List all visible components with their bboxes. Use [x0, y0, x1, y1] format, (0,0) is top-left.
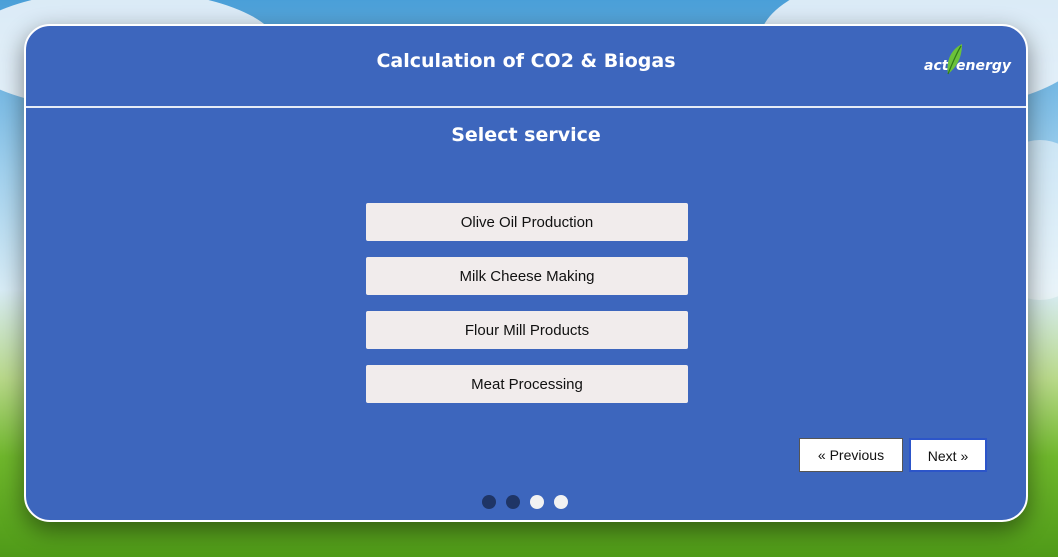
step-dot[interactable]	[554, 495, 568, 509]
page-title: Calculation of CO2 & Biogas	[376, 50, 676, 72]
step-dot[interactable]	[506, 495, 520, 509]
service-options: Olive Oil Production Milk Cheese Making …	[366, 203, 688, 419]
section-title: Select service	[451, 124, 601, 146]
act-energy-logo[interactable]: act energy	[924, 44, 1016, 84]
previous-button[interactable]: « Previous	[799, 438, 903, 472]
service-option-meat-processing[interactable]: Meat Processing	[366, 365, 688, 403]
step-dot[interactable]	[482, 495, 496, 509]
next-button[interactable]: Next »	[909, 438, 987, 472]
service-option-olive-oil[interactable]: Olive Oil Production	[366, 203, 688, 241]
service-option-flour-mill[interactable]: Flour Mill Products	[366, 311, 688, 349]
calculator-panel: Calculation of CO2 & Biogas act energy S…	[24, 24, 1028, 522]
logo-text-energy: energy	[956, 58, 1012, 74]
step-indicator	[482, 494, 578, 509]
step-dot[interactable]	[530, 495, 544, 509]
service-option-milk-cheese[interactable]: Milk Cheese Making	[366, 257, 688, 295]
panel-header: Calculation of CO2 & Biogas act energy	[26, 26, 1026, 108]
